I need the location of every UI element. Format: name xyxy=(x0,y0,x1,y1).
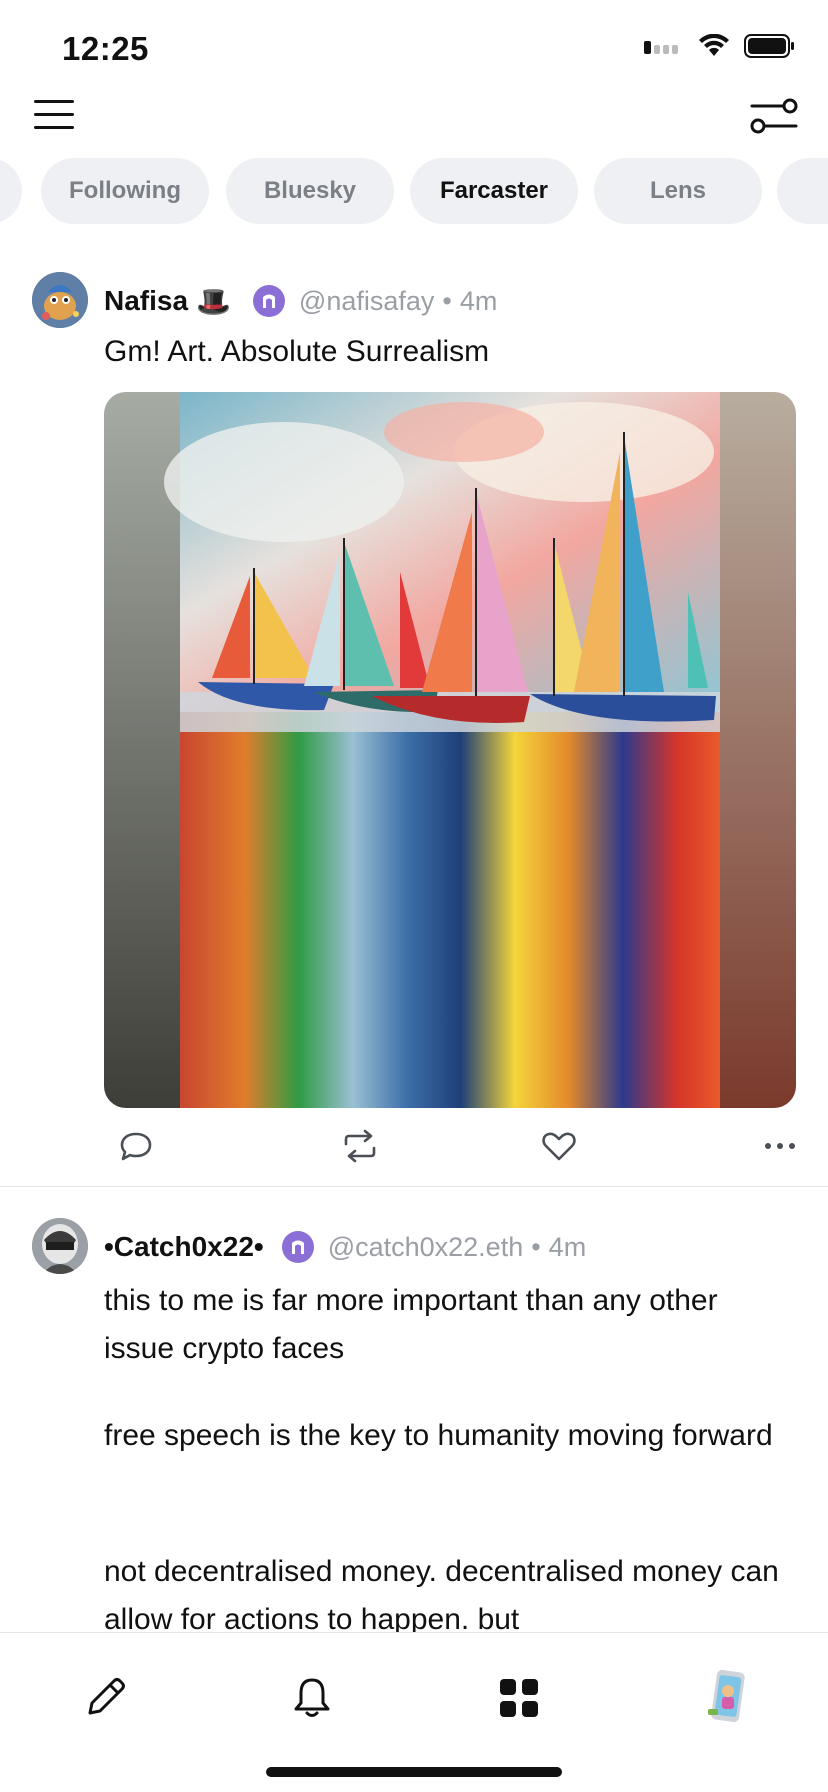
farcaster-icon xyxy=(281,1231,314,1263)
like-icon[interactable] xyxy=(541,1128,577,1164)
hamburger-menu-icon xyxy=(34,100,74,129)
bottom-nav xyxy=(0,1632,828,1792)
post-header: •Catch0x22• @catch0x22.eth • 4m xyxy=(104,1227,586,1267)
compose-icon[interactable] xyxy=(82,1675,128,1721)
avatar-art xyxy=(32,1218,88,1274)
post-divider xyxy=(0,1186,828,1187)
avatar-art xyxy=(32,272,88,328)
repost-icon[interactable] xyxy=(340,1128,380,1164)
status-bar: 12:25 xyxy=(0,0,828,100)
menu-button[interactable] xyxy=(32,97,76,133)
home-indicator xyxy=(266,1767,562,1777)
tab-bluesky[interactable]: Bluesky xyxy=(226,158,394,224)
top-nav xyxy=(0,92,828,142)
profile-avatar[interactable] xyxy=(702,1669,752,1725)
sailboats-painting xyxy=(104,392,796,1108)
post-actions xyxy=(0,1128,828,1168)
tab-hidden-right[interactable] xyxy=(777,158,828,224)
avatar[interactable] xyxy=(32,1218,88,1274)
wifi-icon xyxy=(699,34,729,56)
author-name[interactable]: Nafisa xyxy=(104,285,188,317)
post-text: Gm! Art. Absolute Surrealism xyxy=(104,335,490,368)
tab-hidden-left[interactable] xyxy=(0,158,22,224)
tab-lens[interactable]: Lens xyxy=(594,158,762,224)
post-time: 4m xyxy=(459,285,498,316)
status-time: 12:25 xyxy=(62,30,149,67)
apps-grid-icon[interactable] xyxy=(496,1675,542,1721)
post-header: Nafisa 🎩 @nafisafay • 4m xyxy=(104,281,497,321)
more-icon[interactable] xyxy=(762,1128,798,1164)
feed-tabs: Following Bluesky Farcaster Lens xyxy=(0,158,828,224)
post-paragraph: free speech is the key to humanity movin… xyxy=(104,1419,773,1452)
separator: • xyxy=(531,1231,541,1262)
battery-icon xyxy=(744,34,794,58)
author-handle[interactable]: @nafisafay xyxy=(299,286,434,317)
notifications-icon[interactable] xyxy=(289,1675,335,1721)
reply-icon[interactable] xyxy=(118,1128,154,1164)
author-name[interactable]: •Catch0x22• xyxy=(104,1231,264,1263)
avatar[interactable] xyxy=(32,272,88,328)
author-handle[interactable]: @catch0x22.eth xyxy=(328,1232,524,1263)
tab-farcaster[interactable]: Farcaster xyxy=(410,158,578,224)
status-icons xyxy=(644,34,796,58)
filter-button[interactable] xyxy=(750,96,798,136)
farcaster-icon xyxy=(252,285,285,317)
post-time: 4m xyxy=(548,1231,587,1262)
author-emoji: 🎩 xyxy=(196,285,231,317)
signal-icon xyxy=(644,41,678,54)
sliders-icon xyxy=(750,98,798,134)
post-paragraph: this to me is far more important than an… xyxy=(104,1284,718,1365)
separator: • xyxy=(442,285,452,316)
post-paragraph: not decentralised money. decentralised m… xyxy=(104,1555,779,1636)
post-image[interactable] xyxy=(104,392,796,1108)
tab-following[interactable]: Following xyxy=(41,158,209,224)
